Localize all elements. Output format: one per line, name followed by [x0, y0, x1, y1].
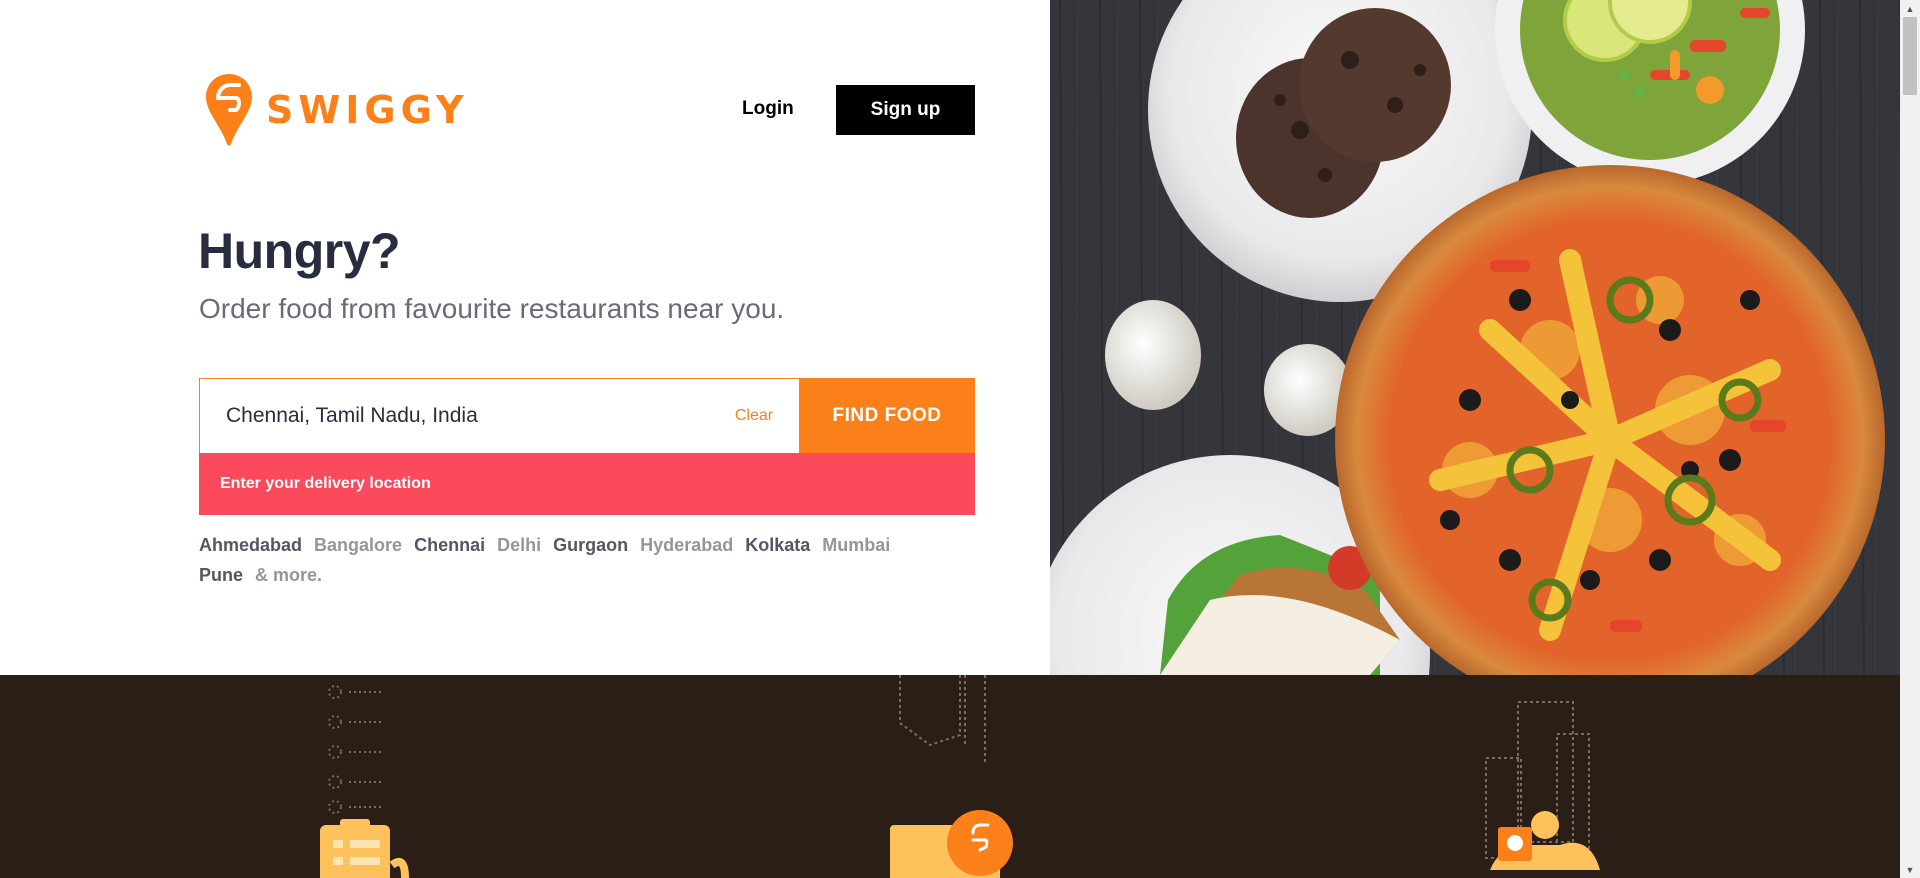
popular-cities-list: Ahmedabad Bangalore Chennai Delhi Gurgao…: [199, 530, 959, 590]
food-illustration: [1050, 0, 1900, 675]
city-link[interactable]: Kolkata: [745, 535, 810, 555]
scroll-thumb[interactable]: [1903, 17, 1917, 95]
food-image: [1050, 0, 1900, 675]
city-link[interactable]: Bangalore: [314, 535, 402, 555]
find-food-button[interactable]: FIND FOOD: [799, 378, 975, 454]
city-link[interactable]: Pune: [199, 565, 243, 585]
city-link[interactable]: Delhi: [497, 535, 541, 555]
page-subtitle: Order food from favourite restaurants ne…: [199, 293, 785, 324]
error-message: Enter your delivery location: [199, 453, 975, 515]
features-section: [0, 675, 1900, 878]
brand-name: SWIGGY: [266, 88, 469, 132]
features-illustration: [320, 675, 1600, 878]
city-link[interactable]: Chennai: [414, 535, 485, 555]
clear-button[interactable]: Clear: [709, 379, 799, 453]
city-link[interactable]: Mumbai: [822, 535, 890, 555]
location-search-box: Clear FIND FOOD: [199, 378, 975, 454]
city-link[interactable]: Gurgaon: [553, 535, 628, 555]
more-cities-link[interactable]: & more.: [255, 565, 322, 585]
city-link[interactable]: Ahmedabad: [199, 535, 302, 555]
vertical-scrollbar[interactable]: ▲ ▼: [1900, 0, 1920, 878]
scroll-down-arrow-icon[interactable]: ▼: [1900, 861, 1920, 878]
signup-button[interactable]: Sign up: [836, 85, 975, 135]
hero-left: SWIGGY Login Sign up Hungry? Order food …: [0, 0, 1050, 675]
scroll-up-arrow-icon[interactable]: ▲: [1900, 0, 1920, 17]
swiggy-logo[interactable]: SWIGGY: [206, 74, 468, 146]
city-link[interactable]: Hyderabad: [640, 535, 733, 555]
login-link[interactable]: Login: [742, 98, 794, 120]
order-list-icon: [328, 685, 383, 814]
location-input[interactable]: [200, 379, 709, 453]
page-title: Hungry?: [198, 223, 401, 279]
swiggy-logo-icon: [206, 74, 252, 146]
